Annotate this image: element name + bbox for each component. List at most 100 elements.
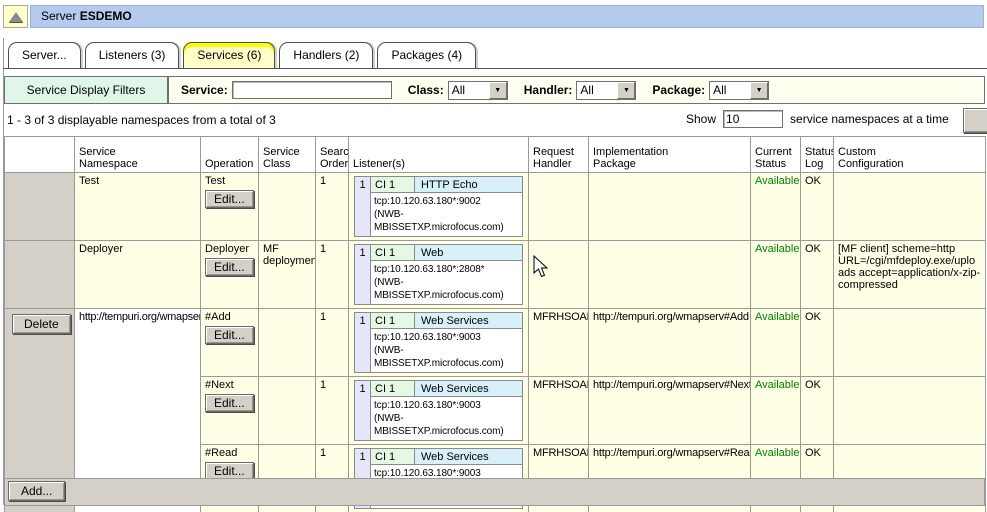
class-filter-value: All [449,83,489,97]
cell-request-handler [529,173,589,241]
mouse-cursor-icon [533,255,551,283]
chevron-down-icon[interactable]: ▼ [617,82,635,99]
cell-search-order: 1 [316,377,349,445]
listener-number: 1 [355,381,371,440]
column-header-operation: Operation [201,137,259,173]
column-header-listeners: Listener(s) [349,137,529,173]
listener-number: 1 [355,313,371,372]
operation-name: #Add [205,311,254,323]
operation-name: #Next [205,379,254,391]
class-filter-label: Class: [408,83,444,97]
column-header-namespace: Service Namespace [75,137,201,173]
listener-address: tcp:10.120.63.180*:9003 (NWB-MBISSETXP.m… [371,397,522,440]
cell-search-order: 1 [316,173,349,241]
cell-status-log: OK [801,377,834,445]
listener-conversation: CI 1 [371,449,415,465]
edit-button[interactable]: Edit... [205,394,254,412]
listener-address: tcp:10.120.63.180*:2808* (NWB-MBISSETXP.… [371,261,522,304]
tab-packages[interactable]: Packages (4) [377,42,476,68]
column-header-request-handler: Request Handler [529,137,589,173]
listener-host: (NWB-MBISSETXP.microfocus.com) [374,412,519,438]
package-filter-label: Package: [652,83,705,97]
cell-implementation: http://tempuri.org/wmapserv#Next [589,377,751,445]
operation-name: Test [205,175,254,187]
cell-operation: Deployer Edit... [201,241,259,309]
cell-listeners: 1 CI 1 Web Services tcp:10.120.63.180*:9… [349,309,529,377]
add-button[interactable]: Add... [8,481,65,501]
cell-implementation [589,173,751,241]
edit-button[interactable]: Edit... [205,190,254,208]
tab-label: Handlers (2) [293,48,359,62]
cell-operation: #Add Edit... [201,309,259,377]
chevron-down-icon[interactable]: ▼ [750,82,768,99]
table-row: Deployer Deployer Edit... MF deployment … [5,241,986,309]
service-filter-input[interactable] [232,81,392,99]
status-badge: Available [751,241,801,309]
package-filter-value: All [710,83,750,97]
delete-button[interactable]: Delete [12,314,71,334]
show-label: Show [686,112,716,126]
cell-listeners: 1 CI 1 HTTP Echo tcp:10.120.63.180*:9002… [349,173,529,241]
listener-endpoint: tcp:10.120.63.180*:9002 [374,195,519,208]
listener-type: Web Services [415,449,522,465]
listener-host: (NWB-MBISSETXP.microfocus.com) [374,208,519,234]
server-title-bar: Server ESDEMO [3,5,984,28]
handler-filter-select[interactable]: All ▼ [576,81,636,100]
listener-conversation: CI 1 [371,381,415,397]
cell-operation: Test Edit... [201,173,259,241]
cell-status-log: OK [801,241,834,309]
cell-namespace: Deployer [75,241,201,309]
listener-host: (NWB-MBISSETXP.microfocus.com) [374,344,519,370]
cell-search-order: 1 [316,309,349,377]
row-actions-cell [5,173,75,241]
cell-status-log: OK [801,309,834,377]
cell-service-class [259,173,316,241]
edit-button[interactable]: Edit... [205,326,254,344]
listener-endpoint: tcp:10.120.63.180*:9003 [374,331,519,344]
column-header-search-order: Search Order [316,137,349,173]
column-header-status-log: Status Log [801,137,834,173]
tab-server[interactable]: Server... [8,42,81,68]
status-badge: Available [751,309,801,377]
tab-label: Server... [22,48,67,62]
column-header-current-status: Current Status [751,137,801,173]
chevron-down-icon[interactable]: ▼ [489,82,507,99]
tab-label: Services (6) [197,48,261,62]
listener-conversation: CI 1 [371,177,415,193]
header-row: Service Namespace Operation Service Clas… [5,137,986,173]
tab-bar: Server... Listeners (3) Services (6) Han… [8,42,476,68]
package-filter-select[interactable]: All ▼ [709,81,769,100]
cell-custom-config: [MF client] scheme=http URL=/cgi/mfdeplo… [834,241,986,309]
show-count-input[interactable] [723,110,783,128]
tab-handlers[interactable]: Handlers (2) [279,42,373,68]
collapse-button[interactable] [3,5,28,28]
status-badge: Available [751,377,801,445]
listener-type: Web [415,245,522,261]
column-header-service-class: Service Class [259,137,316,173]
listener-type: HTTP Echo [415,177,522,193]
class-filter-select[interactable]: All ▼ [448,81,508,100]
cell-operation: #Next Edit... [201,377,259,445]
apply-show-count-button[interactable] [963,108,987,133]
page-title: Server ESDEMO [30,5,984,28]
cell-custom-config [834,377,986,445]
listener-endpoint: tcp:10.120.63.180*:2808* [374,263,519,276]
listener-host: (NWB-MBISSETXP.microfocus.com) [374,276,519,302]
column-header-custom-config: Custom Configuration [834,137,986,173]
listener-conversation: CI 1 [371,313,415,329]
tab-services[interactable]: Services (6) [183,42,275,68]
show-suffix: service namespaces at a time [790,112,949,126]
column-header-implementation: Implementation Package [589,137,751,173]
tab-listeners[interactable]: Listeners (3) [85,42,180,68]
handler-filter-label: Handler: [524,83,573,97]
table-row: Test Test Edit... 1 1 CI 1 HTTP Echo tcp… [5,173,986,241]
listener-box: 1 CI 1 Web Services tcp:10.120.63.180*:9… [354,312,523,373]
tab-baseline [3,68,987,69]
listener-number: 1 [355,177,371,236]
cell-service-class [259,377,316,445]
server-name: ESDEMO [80,9,132,23]
listener-endpoint: tcp:10.120.63.180*:9003 [374,399,519,412]
edit-button[interactable]: Edit... [205,258,254,276]
cell-implementation: http://tempuri.org/wmapserv#Add [589,309,751,377]
table-row: Delete http://tempuri.org/wmapserv #Add … [5,309,986,377]
